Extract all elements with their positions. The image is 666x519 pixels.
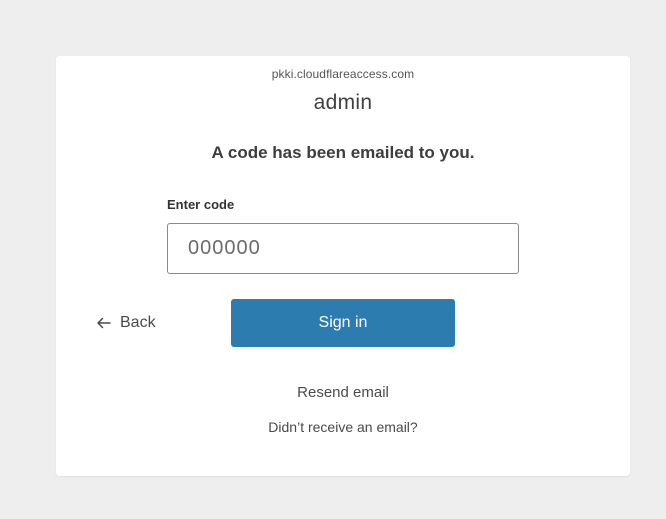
code-input[interactable]	[167, 223, 519, 274]
didnt-receive-email-label[interactable]: Didn’t receive an email?	[268, 419, 417, 435]
code-field-label: Enter code	[167, 197, 235, 212]
arrow-left-icon	[96, 317, 111, 329]
login-card: pkki.cloudflareaccess.com admin A code h…	[56, 56, 630, 476]
didnt-receive-email-link: Didn’t receive an email?	[56, 419, 630, 435]
resend-email-link: Resend email	[56, 384, 630, 401]
page-heading: A code has been emailed to you.	[211, 143, 475, 162]
account-name: admin	[313, 91, 373, 114]
back-label: Back	[120, 314, 156, 331]
resend-email-label[interactable]: Resend email	[297, 384, 389, 401]
back-link[interactable]: Back	[96, 313, 156, 333]
access-domain: pkki.cloudflareaccess.com	[271, 67, 415, 81]
sign-in-button[interactable]: Sign in	[231, 299, 455, 347]
